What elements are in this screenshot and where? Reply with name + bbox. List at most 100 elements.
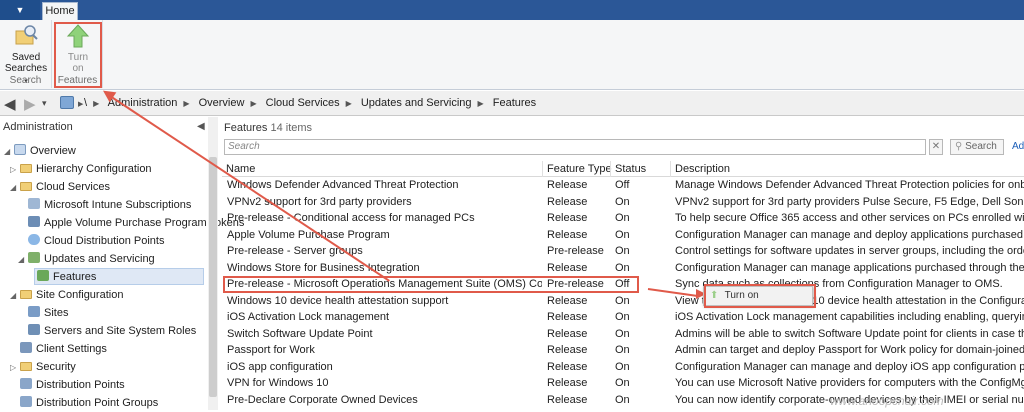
callout-box-ribbon — [54, 22, 102, 88]
search-input[interactable]: Search — [224, 139, 926, 155]
cell-status: On — [615, 360, 630, 373]
nav-item-security[interactable]: ▷ Security — [10, 359, 76, 376]
cell-name: Pre-release - Server groups — [227, 245, 363, 257]
nav-item-intune-subscriptions[interactable]: Microsoft Intune Subscriptions — [28, 197, 191, 214]
cell-type: Release — [547, 344, 588, 356]
ribbon-tab-bar: ▼ Home — [0, 0, 1024, 20]
nav-item-updates-and-servicing[interactable]: ◢ Updates and Servicing — [18, 251, 155, 268]
saved-searches-label-1: Saved — [11, 52, 41, 63]
watermark: www.anoopcnair.com — [830, 394, 944, 408]
folder-icon — [20, 362, 32, 371]
cell-desc: Configuration Manager can manage and dep… — [675, 228, 1024, 241]
nav-item-distribution-points[interactable]: Distribution Points — [20, 377, 125, 394]
back-arrow-icon[interactable]: ◀ — [4, 95, 16, 113]
cell-desc: Configuration Manager can manage and dep… — [675, 360, 1024, 373]
cell-name: iOS Activation Lock management — [227, 311, 390, 323]
cell-status: On — [615, 344, 630, 356]
cell-desc: Manage Windows Defender Advanced Threat … — [675, 179, 1024, 191]
magnifier-icon: ⚲ — [955, 141, 963, 152]
cell-name: iOS app configuration — [227, 360, 333, 373]
column-header-description[interactable]: Description — [670, 161, 1024, 177]
cell-type: Release — [547, 179, 588, 191]
column-header-status[interactable]: Status — [610, 161, 670, 177]
history-dropdown-icon[interactable]: ▾ — [42, 98, 47, 109]
cell-type: Release — [547, 377, 588, 389]
item-count: 14 items — [270, 122, 313, 134]
nav-item-site-configuration[interactable]: ◢ Site Configuration — [10, 287, 123, 304]
cell-status: On — [615, 393, 630, 406]
nav-item-client-settings[interactable]: Client Settings — [20, 341, 107, 358]
table-row[interactable]: Passport for Work Release On Admin can targ… — [222, 342, 1024, 359]
overview-icon — [14, 144, 26, 155]
table-row[interactable]: Windows Store for Business Integration Re… — [222, 260, 1024, 277]
cell-desc: Admin can target and deploy Passport for… — [675, 344, 1024, 356]
cell-type: Release — [547, 327, 588, 340]
breadcrumb-updates-and-servicing[interactable]: Updates and Servicing — [361, 97, 472, 109]
forward-arrow-icon[interactable]: ▶ — [24, 95, 36, 113]
breadcrumb-root[interactable]: \ — [84, 97, 87, 109]
table-row[interactable]: Switch Software Update Point Release On Adm… — [222, 326, 1024, 343]
search-button[interactable]: ⚲ Search — [950, 139, 1004, 155]
table-row[interactable]: iOS app configuration Release On Configurat… — [222, 359, 1024, 376]
column-header-name[interactable]: Name — [222, 161, 542, 177]
clear-search-button[interactable]: ✕ — [929, 139, 943, 155]
distribution-point-groups-icon — [20, 396, 32, 407]
cell-name: Windows 10 device health attestation sup… — [227, 294, 449, 307]
table-row[interactable]: VPN for Windows 10 Release On You can use M… — [222, 375, 1024, 392]
callout-box-context-menu — [704, 284, 816, 308]
table-row[interactable]: Windows Defender Advanced Threat Protect… — [222, 177, 1024, 194]
cell-status: On — [615, 311, 630, 323]
grid-header: Name Feature Type Status Description — [222, 161, 1024, 177]
nav-item-servers-and-roles[interactable]: Servers and Site System Roles — [28, 323, 196, 340]
nav-item-hierarchy-configuration[interactable]: ▷ Hierarchy Configuration — [10, 161, 152, 178]
cell-name: Passport for Work — [227, 344, 315, 356]
cell-status: On — [615, 245, 630, 257]
cell-status: On — [615, 195, 630, 208]
cell-type: Release — [547, 195, 588, 208]
cell-type: Release — [547, 228, 588, 241]
breadcrumb-overview[interactable]: Overview — [199, 97, 245, 109]
table-row[interactable]: iOS Activation Lock management Release On i… — [222, 309, 1024, 326]
apple-vpp-icon — [28, 216, 40, 227]
tab-home[interactable]: Home — [42, 2, 78, 20]
address-bar: ◀ ▶ ▾ ▶ \ ▶ Administration ▶ Overview ▶ Clo… — [0, 91, 1024, 116]
nav-item-sites[interactable]: Sites — [28, 305, 68, 322]
cell-desc: VPNv2 support for 3rd party providers Pu… — [675, 195, 1024, 208]
cell-name: Switch Software Update Point — [227, 327, 373, 340]
nav-item-features[interactable]: Features — [34, 268, 204, 285]
intune-icon — [28, 198, 40, 209]
console-root-icon — [60, 96, 74, 109]
cell-name: Windows Defender Advanced Threat Protect… — [227, 179, 459, 191]
cell-name: Pre-Declare Corporate Owned Devices — [227, 393, 418, 406]
table-row[interactable]: Apple Volume Purchase Program Release On Co… — [222, 227, 1024, 244]
nav-item-cloud-services[interactable]: ◢ Cloud Services — [10, 179, 110, 196]
table-row[interactable]: Pre-release - Conditional access for man… — [222, 210, 1024, 227]
nav-scrollbar-thumb[interactable] — [209, 157, 217, 397]
nav-item-distribution-point-groups[interactable]: Distribution Point Groups — [20, 395, 158, 412]
features-icon — [37, 270, 49, 281]
nav-item-overview[interactable]: ◢ Overview — [4, 143, 76, 160]
add-criteria-link[interactable]: Ad — [1012, 141, 1024, 152]
table-row[interactable]: VPNv2 support for 3rd party providers Rel… — [222, 194, 1024, 211]
column-header-feature-type[interactable]: Feature Type — [542, 161, 612, 177]
cell-desc: Admins will be able to switch Software U… — [675, 327, 1024, 340]
folder-icon — [20, 290, 32, 299]
collapse-nav-icon[interactable]: ◀ — [197, 121, 205, 132]
breadcrumb: \ ▶ Administration ▶ Overview ▶ Cloud Servi… — [84, 97, 537, 109]
cell-desc: To help secure Office 365 access and oth… — [675, 212, 1024, 224]
group-label-search: Search — [9, 75, 42, 86]
table-row[interactable]: Windows 10 device health attestation sup… — [222, 293, 1024, 310]
cell-desc: Configuration Manager can manage applica… — [675, 261, 1024, 274]
file-menu-button[interactable]: ▼ — [0, 0, 40, 20]
ribbon-body: Saved Searches ▾ Search Turn on Features — [0, 20, 1024, 90]
breadcrumb-features[interactable]: Features — [493, 97, 536, 109]
cell-status: On — [615, 294, 630, 307]
nav-item-cloud-distribution-points[interactable]: Cloud Distribution Points — [28, 233, 164, 250]
cell-type: Release — [547, 212, 588, 224]
cell-status: On — [615, 327, 630, 340]
cell-desc: Control settings for software updates in… — [675, 245, 1024, 257]
nav-pane-header: Administration — [3, 121, 73, 133]
breadcrumb-cloud-services[interactable]: Cloud Services — [266, 97, 340, 109]
cell-type: Release — [547, 360, 588, 373]
callout-box-oms-row — [223, 276, 639, 293]
